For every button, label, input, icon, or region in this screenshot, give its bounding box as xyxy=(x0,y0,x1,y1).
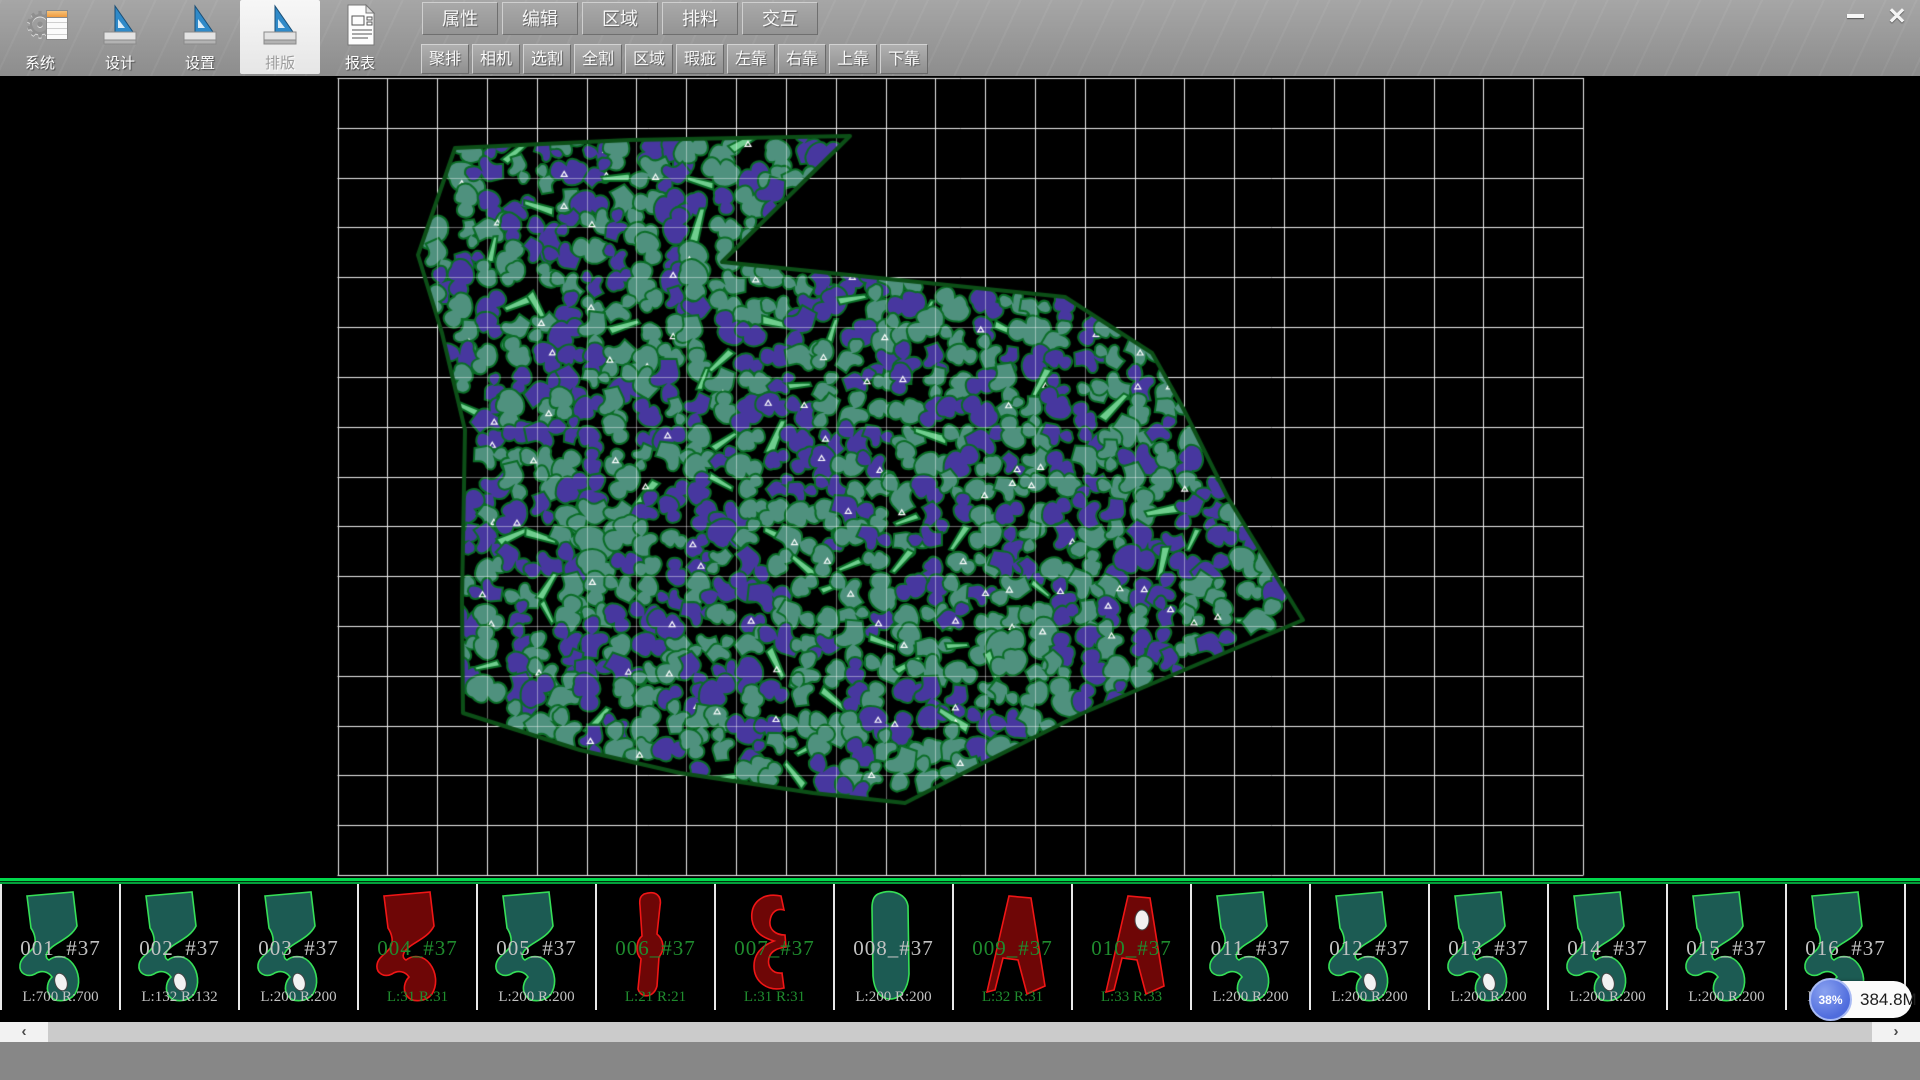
piece-id: 017_#37 xyxy=(1906,936,1920,961)
piece-id: 011_#37 xyxy=(1192,936,1309,961)
piece-lr-count: L:700 R:700 xyxy=(2,989,119,1006)
minimize-button[interactable] xyxy=(1838,4,1872,28)
piece-lr-count: L:200 R:200 xyxy=(1549,989,1666,1006)
tool-button-row: 聚排相机选割全割区域瑕疵左靠右靠上靠下靠 xyxy=(421,44,931,74)
horizontal-scrollbar[interactable]: ‹ › xyxy=(0,1022,1920,1042)
piece-id: 002_#37 xyxy=(121,936,238,961)
app-label: 设计 xyxy=(80,52,160,73)
status-footer xyxy=(0,1042,1920,1080)
progress-circle: 38% xyxy=(1809,978,1852,1021)
piece-thumbnail[interactable]: 012_#37 L:200 R:200 xyxy=(1311,884,1430,1010)
piece-lr-count: L:200 R:200 xyxy=(1192,989,1309,1006)
piece-thumbnail[interactable]: 006_#37 L:21 R:21 xyxy=(597,884,716,1010)
piece-id: 009_#37 xyxy=(954,936,1071,961)
tool-button-snap-bottom[interactable]: 下靠 xyxy=(880,44,928,74)
piece-lr-count: L:200 R:200 xyxy=(835,989,952,1006)
piece-thumbnail[interactable]: 010_#37 L:33 R:33 xyxy=(1073,884,1192,1010)
tool-button-select-cut[interactable]: 选割 xyxy=(523,44,571,74)
report-document-icon xyxy=(340,2,380,48)
piece-thumbnail[interactable]: 008_#37 L:200 R:200 xyxy=(835,884,954,1010)
piece-id: 016_#37 xyxy=(1787,936,1904,961)
tool-button-camera[interactable]: 相机 xyxy=(472,44,520,74)
scroll-left-button[interactable]: ‹ xyxy=(0,1022,48,1042)
piece-thumbnail[interactable]: 004_#37 L:31 R:31 xyxy=(359,884,478,1010)
menu-tab-edit[interactable]: 编辑 xyxy=(502,2,578,35)
piece-lr-count: L:32 R:31 xyxy=(954,989,1071,1006)
menu-tab-region[interactable]: 区域 xyxy=(582,2,658,35)
tool-button-cluster-nest[interactable]: 聚排 xyxy=(421,44,469,74)
piece-thumbnail[interactable]: 001_#37 L:700 R:700 xyxy=(2,884,121,1010)
scroll-right-button[interactable]: › xyxy=(1872,1022,1920,1042)
app-label: 设置 xyxy=(160,52,240,73)
piece-thumbnail[interactable]: 015_#37 L:200 R:200 xyxy=(1668,884,1787,1010)
app-button-system[interactable]: ⚙系统 xyxy=(0,0,80,74)
close-icon: × xyxy=(1889,4,1906,28)
tool-button-snap-left[interactable]: 左靠 xyxy=(727,44,775,74)
nesting-canvas[interactable] xyxy=(0,76,1920,878)
minimize-icon xyxy=(1847,14,1864,18)
piece-id: 007_#37 xyxy=(716,936,833,961)
app-label: 报表 xyxy=(320,52,400,73)
piece-thumbnail[interactable]: 009_#37 L:32 R:31 xyxy=(954,884,1073,1010)
pieces-strip: 001_#37L:700 R:700002_#37L:132 R:132003_… xyxy=(0,878,1920,1010)
piece-thumbnail[interactable]: 014_#37 L:200 R:200 xyxy=(1549,884,1668,1010)
piece-id: 015_#37 xyxy=(1668,936,1785,961)
piece-thumbnail[interactable]: 003_#37 L:200 R:200 xyxy=(240,884,359,1010)
settings-ruler-icon xyxy=(180,2,220,48)
scroll-right-icon: › xyxy=(1894,1023,1899,1040)
tool-button-cut-all[interactable]: 全割 xyxy=(574,44,622,74)
piece-thumbnail-list: 001_#37L:700 R:700002_#37L:132 R:132003_… xyxy=(0,884,1920,1010)
piece-id: 014_#37 xyxy=(1549,936,1666,961)
tool-button-area[interactable]: 区域 xyxy=(625,44,673,74)
piece-id: 008_#37 xyxy=(835,936,952,961)
app-button-design[interactable]: 设计 xyxy=(80,0,160,74)
app-button-settings[interactable]: 设置 xyxy=(160,0,240,74)
piece-thumbnail[interactable]: 005_#37 L:200 R:200 xyxy=(478,884,597,1010)
tool-button-defect[interactable]: 瑕疵 xyxy=(676,44,724,74)
close-button[interactable]: × xyxy=(1880,4,1914,28)
piece-thumbnail[interactable]: 011_#37 L:200 R:200 xyxy=(1192,884,1311,1010)
scroll-left-icon: ‹ xyxy=(22,1023,27,1040)
system-notepad-icon xyxy=(46,10,68,40)
memory-value: 384.8M xyxy=(1860,981,1917,1018)
piece-id: 006_#37 xyxy=(597,936,714,961)
piece-lr-count: L:31 R:31 xyxy=(716,989,833,1006)
piece-lr-count: L:200 R:200 xyxy=(478,989,595,1006)
piece-id: 005_#37 xyxy=(478,936,595,961)
window-controls: × xyxy=(1838,4,1914,28)
tool-button-snap-top[interactable]: 上靠 xyxy=(829,44,877,74)
tool-button-snap-right[interactable]: 右靠 xyxy=(778,44,826,74)
progress-percent: 38% xyxy=(1818,993,1842,1007)
piece-thumbnail[interactable]: 002_#37 L:132 R:132 xyxy=(121,884,240,1010)
piece-id: 003_#37 xyxy=(240,936,357,961)
piece-thumbnail[interactable]: 007_#37 L:31 R:31 xyxy=(716,884,835,1010)
piece-id: 013_#37 xyxy=(1430,936,1547,961)
app-button-report[interactable]: 报表 xyxy=(320,0,400,74)
app-switcher: ⚙系统设计设置排版报表 xyxy=(0,0,400,76)
piece-thumbnail[interactable]: 013_#37 L:200 R:200 xyxy=(1430,884,1549,1010)
design-ruler-icon xyxy=(100,2,140,48)
menu-tab-interact[interactable]: 交互 xyxy=(742,2,818,35)
piece-lr-count: L:200 R:200 xyxy=(1311,989,1428,1006)
piece-id: 004_#37 xyxy=(359,936,476,961)
piece-lr-count: L:31 R:31 xyxy=(359,989,476,1006)
nesting-ruler-icon xyxy=(260,2,300,48)
menu-tab-nest[interactable]: 排料 xyxy=(662,2,738,35)
piece-id: 001_#37 xyxy=(2,936,119,961)
menu-tab-row: 属性编辑区域排料交互 xyxy=(422,2,822,35)
piece-lr-count: L:33 R:33 xyxy=(1073,989,1190,1006)
piece-lr-count: L:200 R:200 xyxy=(240,989,357,1006)
piece-id: 010_#37 xyxy=(1073,936,1190,961)
menu-tab-properties[interactable]: 属性 xyxy=(422,2,498,35)
memory-badge: 38% 384.8M xyxy=(1812,981,1912,1018)
piece-lr-count: L:21 R:21 xyxy=(597,989,714,1006)
piece-lr-count: L:132 R:132 xyxy=(121,989,238,1006)
piece-lr-count: L:200 R:200 xyxy=(1430,989,1547,1006)
app-button-nesting[interactable]: 排版 xyxy=(240,0,320,74)
main-toolbar: ⚙系统设计设置排版报表 属性编辑区域排料交互 聚排相机选割全割区域瑕疵左靠右靠上… xyxy=(0,0,1920,76)
piece-lr-count: L:200 R:200 xyxy=(1668,989,1785,1006)
app-label: 排版 xyxy=(240,52,320,73)
piece-id: 012_#37 xyxy=(1311,936,1428,961)
app-label: 系统 xyxy=(0,52,80,73)
